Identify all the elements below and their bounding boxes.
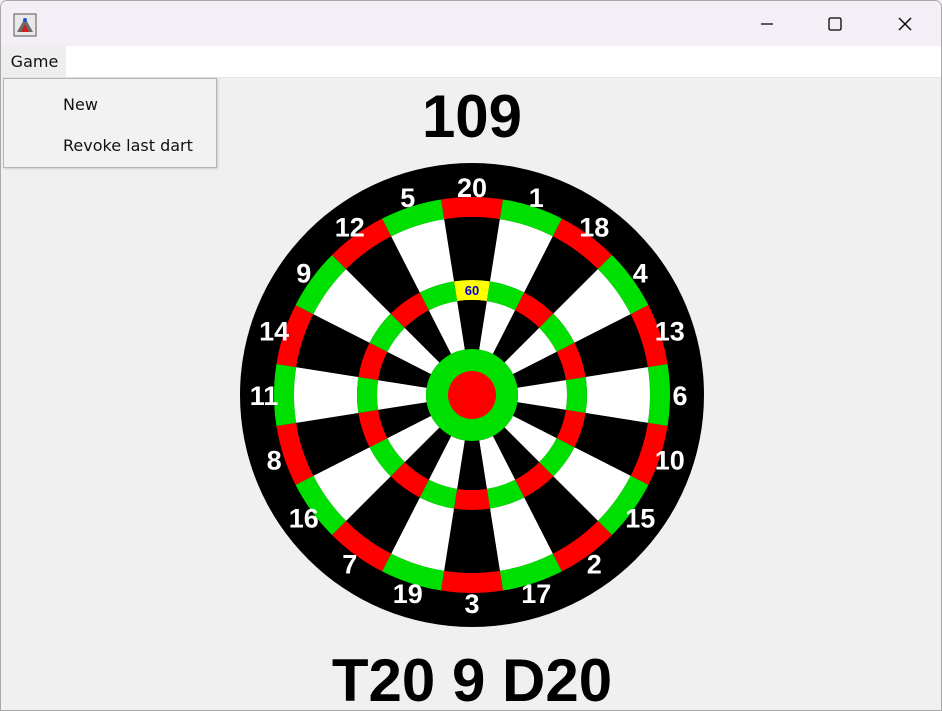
board-number-9: 9 [296,259,311,289]
board-number-19: 19 [393,579,423,609]
board-number-14: 14 [259,317,289,347]
triple-6-segment[interactable] [565,377,587,413]
board-number-16: 16 [289,503,319,533]
board-number-11: 11 [250,381,279,411]
outer-single-11-segment[interactable] [294,367,359,423]
last-darts-thrown: T20 9 D20 [331,647,613,711]
board-number-3: 3 [464,589,479,619]
app-window: Game 20 1 18 4 13 6 10 15 2 17 3 19 7 16 8 11 14 9 12 5 60 1… [0,0,942,711]
board-number-10: 10 [655,445,685,475]
board-number-15: 15 [625,503,655,533]
triple-11-segment[interactable] [357,377,379,413]
menu-item-revoke-last-dart[interactable]: Revoke last dart [4,125,216,165]
game-menu-dropdown: New Revoke last dart [3,78,217,168]
double-6-segment[interactable] [647,364,670,426]
board-number-4: 4 [633,259,648,289]
board-number-17: 17 [521,579,551,609]
board-number-20: 20 [457,173,487,203]
hit-score-label: 60 [465,283,479,298]
board-number-12: 12 [335,213,365,243]
bullseye[interactable] [448,371,496,419]
board-number-6: 6 [672,381,687,411]
board-number-18: 18 [579,213,609,243]
board-number-8: 8 [267,445,282,475]
outer-single-3-segment[interactable] [444,508,500,573]
board-number-1: 1 [529,183,544,213]
outer-single-6-segment[interactable] [585,367,650,423]
board-number-5: 5 [400,183,415,213]
board-number-7: 7 [342,549,357,579]
board-number-2: 2 [587,549,602,579]
triple-3-segment[interactable] [454,488,490,510]
outer-single-20-segment[interactable] [444,217,500,282]
menu-item-new[interactable]: New [4,84,216,124]
board-number-13: 13 [655,317,685,347]
